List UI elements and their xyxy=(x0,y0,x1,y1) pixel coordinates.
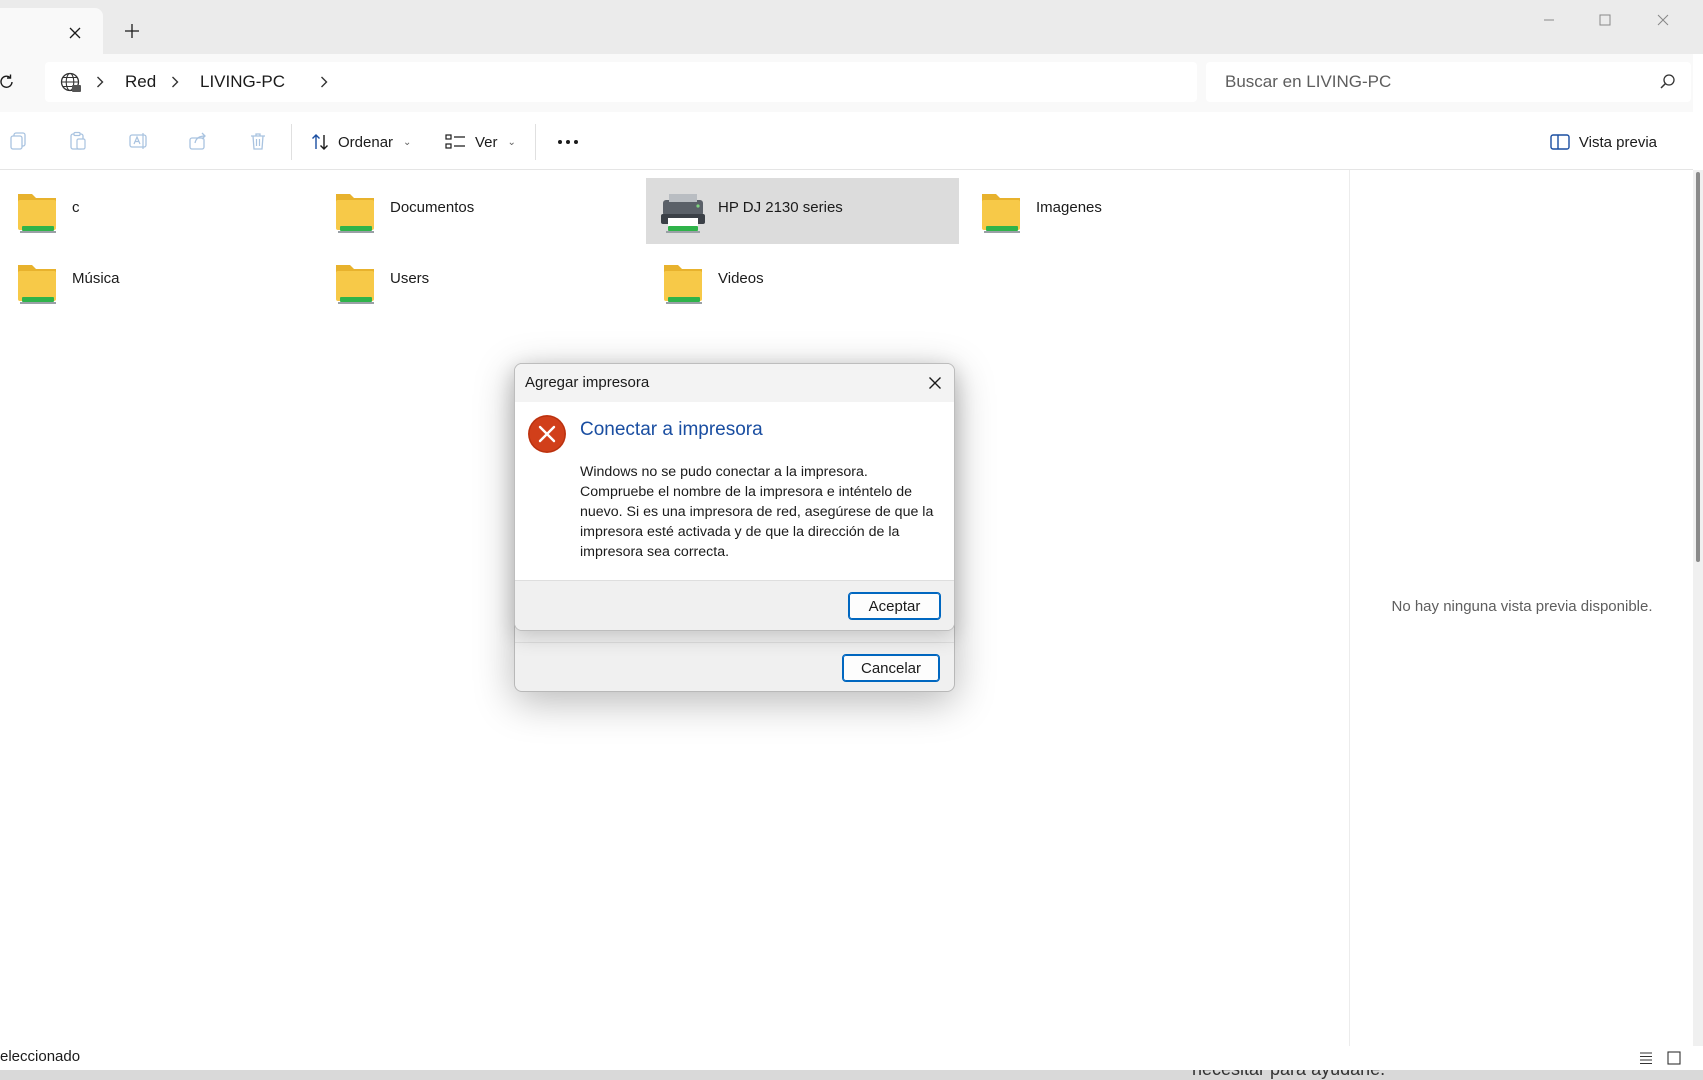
chevron-right-icon[interactable] xyxy=(91,73,109,91)
chevron-down-icon: ⌄ xyxy=(403,136,412,148)
chevron-right-icon[interactable] xyxy=(315,73,333,91)
breadcrumb-living-pc[interactable]: LIVING-PC xyxy=(200,72,285,92)
ok-button[interactable]: Aceptar xyxy=(848,592,941,620)
search-icon[interactable] xyxy=(1659,73,1677,91)
shared-folder-icon xyxy=(982,194,1020,233)
shared-folder-imagenes[interactable]: Imagenes xyxy=(964,178,1277,244)
network-globe-icon xyxy=(59,71,83,95)
shared-printer-hp[interactable]: HP DJ 2130 series xyxy=(646,178,959,244)
item-label: Documentos xyxy=(390,199,475,216)
title-bar xyxy=(0,0,1703,54)
close-icon[interactable] xyxy=(62,20,88,46)
vertical-scrollbar[interactable] xyxy=(1693,170,1703,1046)
background-window-strip: necesitar para ayudarle. xyxy=(0,1070,1703,1080)
item-label: Imagenes xyxy=(1036,199,1102,216)
paste-icon[interactable] xyxy=(65,128,91,154)
plus-icon[interactable] xyxy=(118,17,146,45)
preview-empty-message: No hay ninguna vista previa disponible. xyxy=(1391,598,1653,615)
dialog-footer: Aceptar xyxy=(515,580,954,630)
toolbar-divider xyxy=(535,124,536,160)
shared-folder-musica[interactable]: Música xyxy=(0,249,313,315)
search-placeholder: Buscar en LIVING-PC xyxy=(1225,72,1392,91)
preview-pane-button[interactable]: Vista previa xyxy=(1550,124,1657,160)
tab-living-pc[interactable] xyxy=(0,8,103,54)
shared-folder-icon xyxy=(336,194,374,233)
view-label: Ver xyxy=(475,133,498,151)
status-selection-text: eleccionado xyxy=(0,1048,81,1065)
delete-icon[interactable] xyxy=(245,128,271,154)
dialog-title: Agregar impresora xyxy=(525,374,650,391)
shared-folder-users[interactable]: Users xyxy=(318,249,631,315)
connect-printer-error-dialog: Agregar impresora Conectar a impresora W… xyxy=(514,363,955,631)
preview-pane: No hay ninguna vista previa disponible. xyxy=(1349,170,1693,1046)
shared-folder-documentos[interactable]: Documentos xyxy=(318,178,631,244)
printer-icon xyxy=(661,194,705,233)
toolbar-divider xyxy=(291,124,292,160)
chevron-down-icon: ⌄ xyxy=(507,136,516,148)
dialog-message: Windows no se pudo conectar a la impreso… xyxy=(580,464,934,560)
shared-folder-icon xyxy=(18,265,56,304)
item-label: Users xyxy=(390,270,430,287)
shared-folder-videos[interactable]: Videos xyxy=(646,249,959,315)
shared-folder-c[interactable]: c xyxy=(0,178,313,244)
shared-folder-icon xyxy=(336,265,374,304)
copy-icon[interactable] xyxy=(5,128,31,154)
dialog-heading: Conectar a impresora xyxy=(580,419,763,440)
breadcrumb-red[interactable]: Red xyxy=(125,72,156,92)
large-icons-view-icon[interactable] xyxy=(1664,1048,1684,1068)
command-bar: Ordenar ⌄ Ver ⌄ Vista previa xyxy=(0,112,1693,170)
item-label: Videos xyxy=(718,270,764,287)
chevron-right-icon[interactable] xyxy=(166,73,184,91)
rename-icon[interactable] xyxy=(125,128,151,154)
more-options-icon[interactable] xyxy=(553,127,583,157)
refresh-icon[interactable] xyxy=(0,68,20,96)
address-row: Red LIVING-PC Buscar en LIVING-PC xyxy=(0,54,1693,112)
sort-button[interactable]: Ordenar ⌄ xyxy=(310,124,411,160)
close-window-icon[interactable] xyxy=(1634,0,1692,40)
sort-label: Ordenar xyxy=(338,133,394,151)
cancel-button[interactable]: Cancelar xyxy=(842,654,940,682)
status-bar: eleccionado xyxy=(0,1046,1693,1070)
item-label: c xyxy=(72,199,80,216)
view-button[interactable]: Ver ⌄ xyxy=(445,124,516,160)
background-window-text: necesitar para ayudarle. xyxy=(1192,1070,1385,1080)
address-bar[interactable]: Red LIVING-PC xyxy=(45,62,1197,102)
item-label: Música xyxy=(72,270,120,287)
shared-folder-icon xyxy=(664,265,702,304)
scrollbar-thumb[interactable] xyxy=(1696,172,1700,562)
share-icon[interactable] xyxy=(185,128,211,154)
item-label: HP DJ 2130 series xyxy=(718,199,843,216)
view-list-icon xyxy=(445,134,465,149)
maximize-icon[interactable] xyxy=(1576,0,1634,40)
preview-pane-icon xyxy=(1550,134,1570,150)
shared-folder-icon xyxy=(18,194,56,233)
close-icon[interactable] xyxy=(924,372,946,394)
search-input[interactable]: Buscar en LIVING-PC xyxy=(1206,62,1691,102)
preview-pane-label: Vista previa xyxy=(1578,133,1657,151)
sort-arrows-icon xyxy=(312,134,328,150)
minimize-icon[interactable] xyxy=(1520,0,1578,40)
dialog-title-bar: Agregar impresora xyxy=(515,364,954,402)
error-icon xyxy=(528,415,566,453)
details-view-icon[interactable] xyxy=(1636,1048,1656,1068)
dialog-footer: Cancelar xyxy=(515,642,954,691)
